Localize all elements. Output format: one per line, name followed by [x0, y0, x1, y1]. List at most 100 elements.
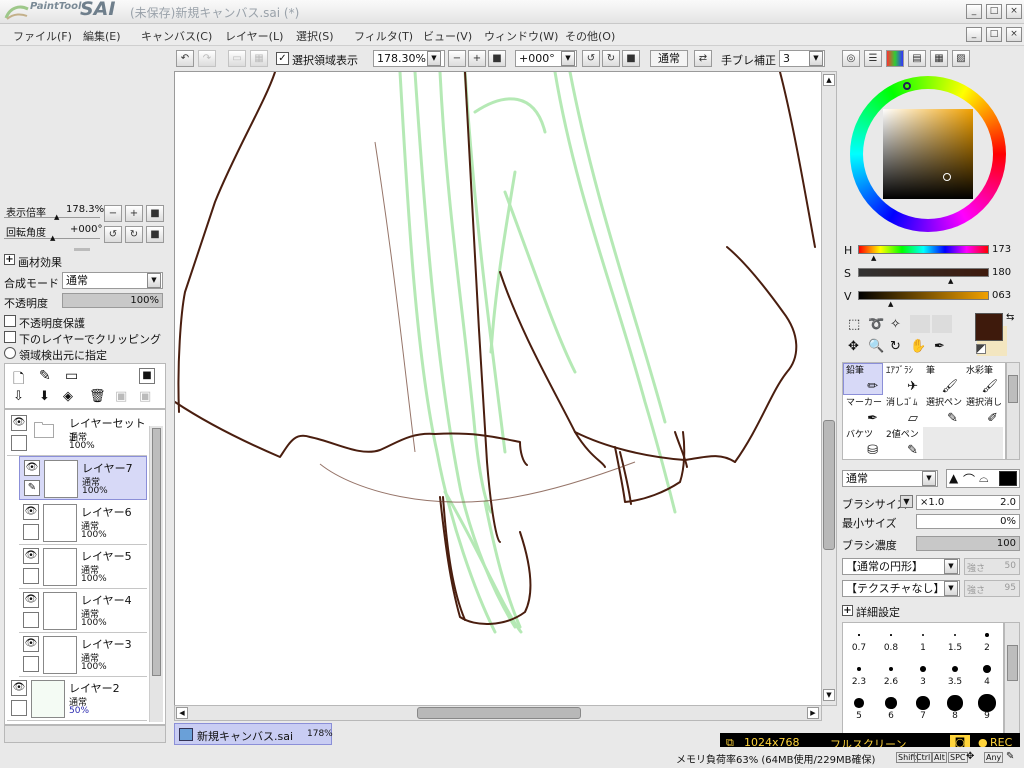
- swap-colors-icon[interactable]: ⇆: [1006, 312, 1014, 323]
- brush-density-slider[interactable]: 100: [916, 536, 1020, 551]
- value-slider[interactable]: [858, 291, 989, 300]
- color-wheel-mode-icon[interactable]: ◎: [842, 50, 860, 67]
- texture-strength-field[interactable]: 強さ 95: [964, 580, 1020, 597]
- blend-mode-dropdown[interactable]: ▼: [147, 273, 161, 288]
- brush-texture-dropdown[interactable]: ▼: [944, 581, 958, 596]
- brush-shape-select[interactable]: 【通常の円形】: [842, 558, 960, 575]
- rotate-reset-button[interactable]: ■: [622, 50, 640, 67]
- visibility-eye-icon[interactable]: 👁: [23, 504, 39, 520]
- hue-slider[interactable]: [858, 245, 989, 254]
- visibility-eye-icon[interactable]: 👁: [23, 548, 39, 564]
- visibility-eye-icon[interactable]: 👁: [23, 592, 39, 608]
- zoom-out-button[interactable]: −: [448, 50, 466, 67]
- menu-window[interactable]: ウィンドウ(W): [484, 28, 558, 44]
- clear-layer-icon[interactable]: ◈: [63, 389, 73, 404]
- layer-lock-box[interactable]: [11, 700, 27, 716]
- sv-marker[interactable]: [943, 173, 951, 181]
- scratchpad-mode-icon[interactable]: ▦: [930, 50, 948, 67]
- brush-size-preset[interactable]: 9: [971, 691, 1003, 723]
- brush-size-slider[interactable]: ×1.0 2.0: [916, 495, 1020, 510]
- brush-edge-selector[interactable]: ▲ ⌒ ⌓: [946, 469, 1020, 488]
- rotate-left-button[interactable]: ↺: [582, 50, 600, 67]
- opacity-slider[interactable]: 100%: [62, 293, 163, 308]
- move-tool-icon[interactable]: ✥: [848, 339, 859, 354]
- saturation-slider[interactable]: [858, 268, 989, 277]
- main-color-swatch[interactable]: [975, 313, 1003, 341]
- nav-zoom-out-button[interactable]: −: [104, 205, 122, 222]
- close-button[interactable]: ×: [1006, 4, 1022, 19]
- nav-rotate-slider[interactable]: ▲: [50, 234, 55, 242]
- rotate-tool-icon[interactable]: ↻: [890, 339, 901, 354]
- merge-visible-icon[interactable]: ▣: [139, 389, 151, 404]
- hue-marker[interactable]: [903, 82, 911, 90]
- scroll-down-icon[interactable]: ▼: [823, 689, 835, 701]
- brush-size-preset[interactable]: 4: [971, 657, 1003, 689]
- menu-canvas[interactable]: キャンバス(C): [141, 28, 212, 44]
- layer-item[interactable]: 👁 レイヤー5 通常 100%: [19, 545, 147, 589]
- hscroll-thumb[interactable]: [417, 707, 581, 719]
- clip-below-checkbox[interactable]: [4, 331, 16, 343]
- color-wheel[interactable]: [850, 76, 1006, 232]
- brush-size-preset[interactable]: 0.7: [843, 623, 875, 655]
- zoom-dropdown[interactable]: ▼: [427, 51, 441, 66]
- brush-size-mult-dropdown[interactable]: ▼: [900, 495, 913, 508]
- tool-select-erase[interactable]: 選択消し ✐: [963, 395, 1003, 427]
- lasso-tool-icon[interactable]: ➰: [868, 317, 884, 332]
- pen-icon[interactable]: ✎: [24, 480, 40, 496]
- redo-button[interactable]: ↷: [198, 50, 216, 67]
- tool-eraser[interactable]: 消しｺﾞﾑ ▱: [883, 395, 923, 427]
- scroll-left-icon[interactable]: ◀: [176, 707, 188, 719]
- hsv-slider-mode-icon[interactable]: [886, 50, 904, 67]
- tool-pencil[interactable]: 鉛筆 ✏: [843, 363, 883, 395]
- layer-lock-box[interactable]: [23, 612, 39, 628]
- menu-select[interactable]: 選択(S): [296, 28, 334, 44]
- layer-list-scrollbar[interactable]: [149, 426, 163, 722]
- drawing-canvas[interactable]: [174, 71, 822, 706]
- rgb-slider-mode-icon[interactable]: ☰: [864, 50, 882, 67]
- brush-size-preset[interactable]: 3: [907, 657, 939, 689]
- stabilizer-dropdown[interactable]: ▼: [809, 51, 823, 66]
- layer-lock-box[interactable]: [11, 435, 27, 451]
- brush-size-preset[interactable]: 6: [875, 691, 907, 723]
- eyedropper-tool-icon[interactable]: ✒: [934, 339, 945, 354]
- saturation-slider-handle[interactable]: ▲: [948, 277, 953, 285]
- layer-item[interactable]: 👁 レイヤー2 通常 50%: [7, 677, 147, 721]
- mixer-mode-icon[interactable]: ▨: [952, 50, 970, 67]
- layer-item[interactable]: 👁 レイヤー6 通常 100%: [19, 501, 147, 545]
- zoom-in-button[interactable]: +: [468, 50, 486, 67]
- shape-strength-field[interactable]: 強さ 50: [964, 558, 1020, 575]
- tool-binary-pen[interactable]: 2値ペン ✎: [883, 427, 923, 459]
- transparent-color-icon[interactable]: [976, 344, 986, 354]
- protect-opacity-checkbox[interactable]: [4, 315, 16, 327]
- menu-other[interactable]: その他(O): [565, 28, 615, 44]
- canvas-horizontal-scrollbar[interactable]: ◀ ▶: [174, 705, 822, 721]
- layer-lock-box[interactable]: [23, 568, 39, 584]
- menu-layer[interactable]: レイヤー(L): [225, 28, 283, 44]
- min-size-slider[interactable]: 0%: [916, 514, 1020, 529]
- layer-item[interactable]: 👁 レイヤー3 通常 100%: [19, 633, 147, 677]
- tool-airbrush[interactable]: ｴｱﾌﾞﾗｼ ✈: [883, 363, 923, 395]
- tool-marker[interactable]: マーカー ✒: [843, 395, 883, 427]
- visibility-eye-icon[interactable]: 👁: [11, 415, 27, 431]
- visibility-eye-icon[interactable]: 👁: [23, 636, 39, 652]
- new-linework-layer-icon[interactable]: ✎: [39, 368, 51, 384]
- brush-size-preset[interactable]: 5: [843, 691, 875, 723]
- brush-texture-select[interactable]: 【テクスチャなし】: [842, 580, 960, 597]
- minimize-button[interactable]: _: [966, 4, 982, 19]
- zoom-tool-icon[interactable]: 🔍: [868, 339, 884, 354]
- swatch-mode-icon[interactable]: ▤: [908, 50, 926, 67]
- rotate-right-button[interactable]: ↻: [602, 50, 620, 67]
- nav-rotate-left-button[interactable]: ↺: [104, 226, 122, 243]
- tool-bucket[interactable]: バケツ ⛁: [843, 427, 883, 459]
- brush-blend-dropdown[interactable]: ▼: [922, 471, 936, 486]
- maximize-button[interactable]: □: [986, 4, 1002, 19]
- tool-brush[interactable]: 筆 🖌: [923, 363, 963, 395]
- undo-button[interactable]: ↶: [176, 50, 194, 67]
- scroll-up-icon[interactable]: ▲: [823, 74, 835, 86]
- layer-mask-icon[interactable]: ■: [139, 368, 155, 384]
- menu-filter[interactable]: フィルタ(T): [354, 28, 413, 44]
- brush-size-preset[interactable]: 3.5: [939, 657, 971, 689]
- nav-zoom-slider[interactable]: ▲: [54, 213, 59, 221]
- panel-splitter[interactable]: [74, 248, 90, 251]
- layer-list-hscroll[interactable]: [4, 725, 166, 743]
